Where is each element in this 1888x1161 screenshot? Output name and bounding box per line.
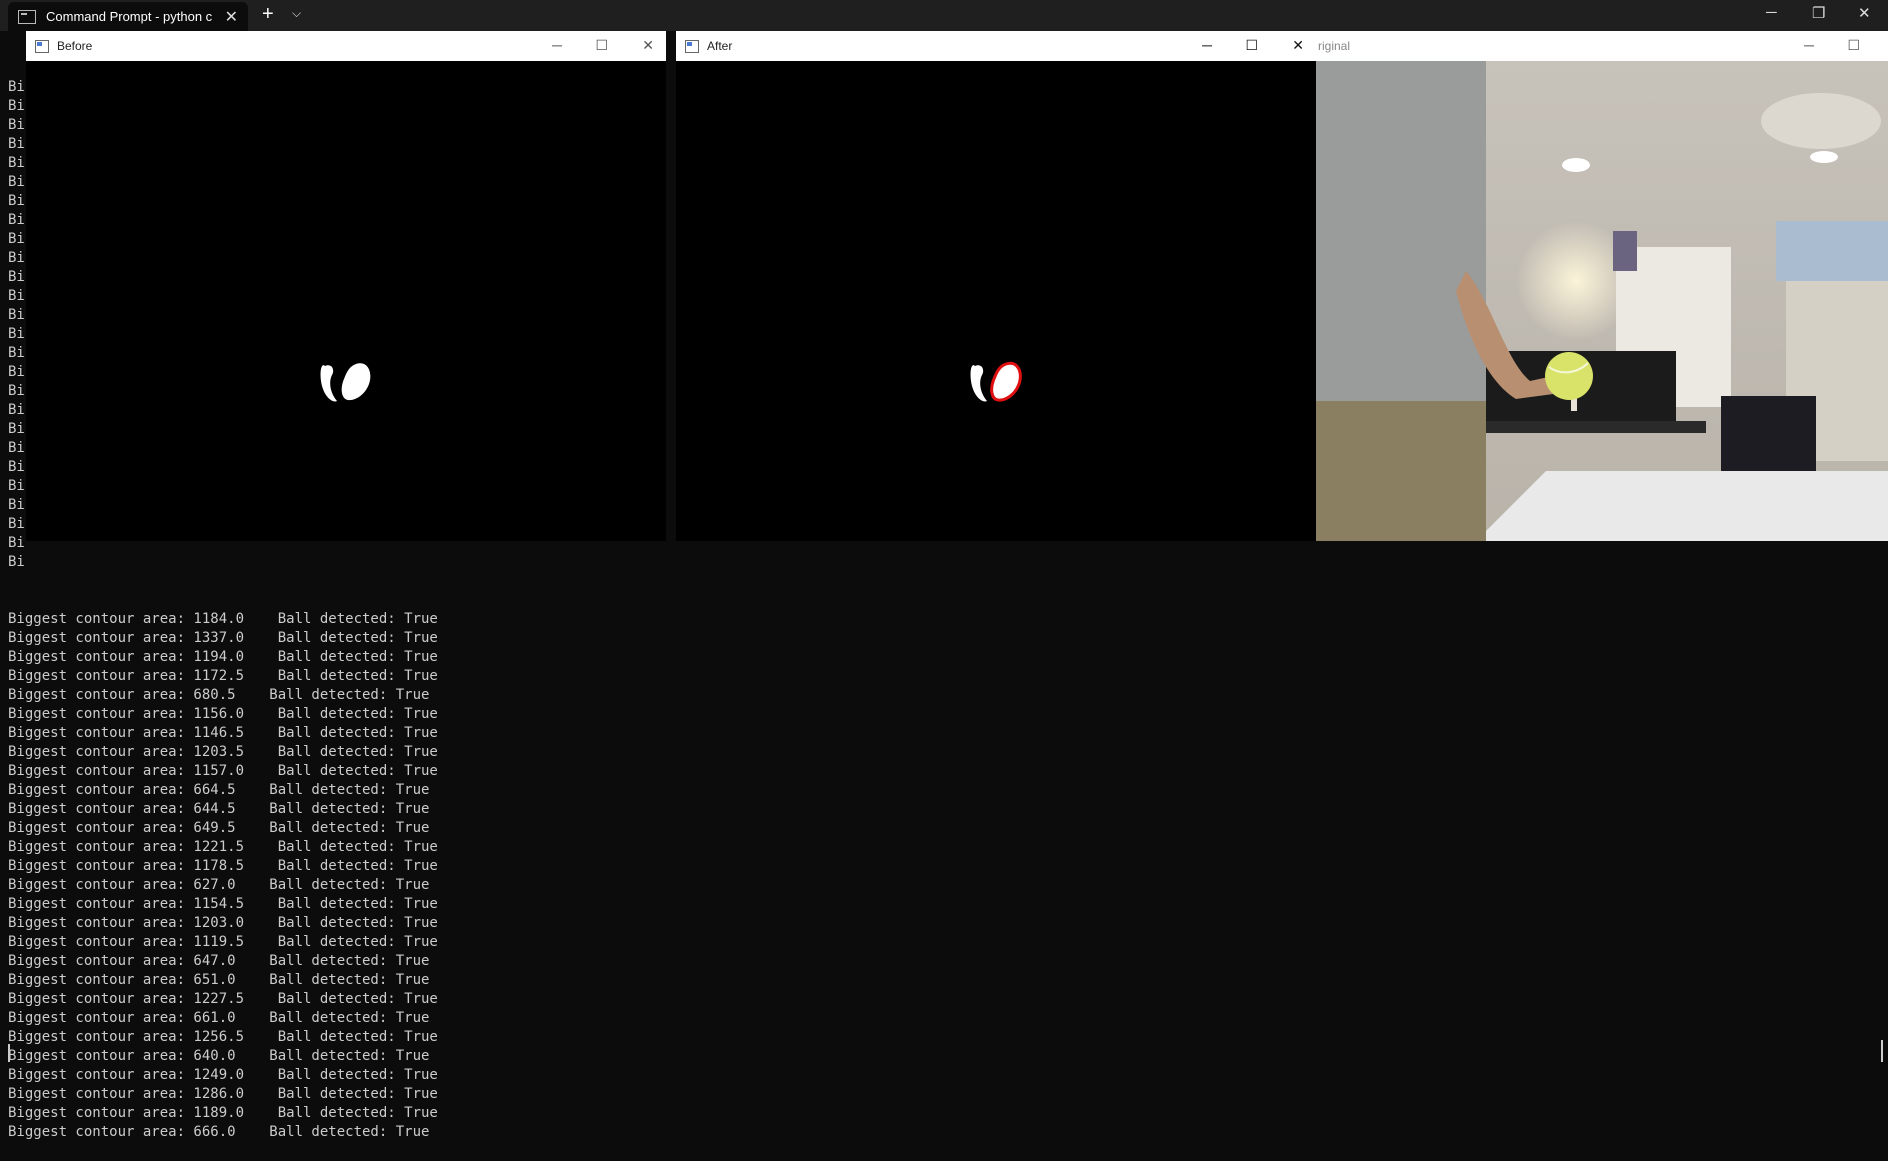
terminal-line: Biggest contour area: 1146.5 Ball detect… — [8, 725, 438, 741]
webcam-image — [1316, 61, 1888, 541]
terminal-line: Biggest contour area: 1203.5 Ball detect… — [8, 744, 438, 760]
original-titlebar[interactable]: riginal ─ ☐ — [1316, 31, 1888, 61]
tab-title: Command Prompt - python c — [46, 9, 213, 24]
before-window[interactable]: Before ─ ☐ ✕ — [26, 31, 666, 541]
new-tab-button[interactable]: + — [262, 3, 274, 26]
terminal-line: Biggest contour area: 1194.0 Ball detect… — [8, 649, 438, 665]
before-maximize-button[interactable]: ☐ — [595, 37, 608, 54]
terminal-line: Biggest contour area: 1154.5 Ball detect… — [8, 896, 438, 912]
terminal-line: Biggest contour area: 1203.0 Ball detect… — [8, 915, 438, 931]
after-minimize-button[interactable]: ─ — [1202, 37, 1212, 53]
terminal-line: Biggest contour area: 1256.5 Ball detect… — [8, 1029, 438, 1045]
table-top — [1476, 471, 1888, 541]
terminal-line: Biggest contour area: 1221.5 Ball detect… — [8, 839, 438, 855]
after-titlebar[interactable]: After ─ ☐ ✕ — [676, 31, 1316, 61]
terminal-line: Biggest contour area: 1227.5 Ball detect… — [8, 991, 438, 1007]
terminal-line: Biggest contour area: 647.0 Ball detecte… — [8, 953, 430, 969]
before-image — [26, 61, 666, 541]
tab-close-icon[interactable]: ✕ — [225, 7, 238, 27]
terminal-line: Biggest contour area: 666.0 Ball detecte… — [8, 1124, 430, 1140]
tab-command-prompt[interactable]: Command Prompt - python c ✕ — [8, 2, 248, 31]
terminal-line: Biggest contour area: 627.0 Ball detecte… — [8, 877, 430, 893]
shelf-item — [1776, 221, 1888, 281]
after-close-button[interactable]: ✕ — [1292, 37, 1304, 54]
after-maximize-button[interactable]: ☐ — [1245, 37, 1258, 54]
text-cursor — [8, 1044, 10, 1062]
full-lines: Biggest contour area: 1184.0 Ball detect… — [8, 610, 1878, 1142]
after-title: After — [707, 39, 733, 53]
terminal-line: Biggest contour area: 651.0 Ball detecte… — [8, 972, 430, 988]
terminal-line: Biggest contour area: 1157.0 Ball detect… — [8, 763, 438, 779]
terminal-line: Biggest contour area: 1184.0 Ball detect… — [8, 611, 438, 627]
terminal-line: Biggest contour area: 1119.5 Ball detect… — [8, 934, 438, 950]
original-minimize-button[interactable]: ─ — [1804, 37, 1814, 53]
terminal-line: Biggest contour area: 680.5 Ball detecte… — [8, 687, 430, 703]
terminal-line: Biggest contour area: 661.0 Ball detecte… — [8, 1010, 430, 1026]
terminal-icon — [18, 9, 36, 24]
original-title: riginal — [1318, 39, 1351, 53]
terminal-line-partial: Bi — [8, 554, 25, 570]
mask-blob-right — [341, 363, 371, 401]
terminal-line: Biggest contour area: 1249.0 Ball detect… — [8, 1067, 438, 1083]
terminal-line: Biggest contour area: 1172.5 Ball detect… — [8, 668, 438, 684]
terminal-line: Biggest contour area: 640.0 Ball detecte… — [8, 1048, 430, 1064]
ceiling-fixture — [1761, 93, 1881, 149]
person-pants — [1316, 401, 1486, 541]
terminal-line: Biggest contour area: 644.5 Ball detecte… — [8, 801, 430, 817]
tennis-ball — [1545, 352, 1593, 400]
before-minimize-button[interactable]: ─ — [552, 37, 562, 53]
original-window[interactable]: riginal ─ ☐ — [1316, 31, 1888, 541]
before-title: Before — [57, 39, 93, 53]
terminal-line: Biggest contour area: 649.5 Ball detecte… — [8, 820, 430, 836]
ceiling-light — [1810, 151, 1838, 163]
terminal-line: Biggest contour area: 1189.0 Ball detect… — [8, 1105, 438, 1121]
detected-contour — [990, 361, 1022, 402]
tab-dropdown-icon[interactable]: ⌵ — [292, 6, 301, 21]
close-button[interactable]: ✕ — [1858, 4, 1871, 22]
terminal-tab-bar: Command Prompt - python c ✕ + ⌵ ─ ❐ ✕ — [0, 0, 1888, 31]
minimize-button[interactable]: ─ — [1766, 4, 1777, 21]
before-titlebar[interactable]: Before ─ ☐ ✕ — [26, 31, 666, 61]
restore-button[interactable]: ❐ — [1812, 4, 1825, 22]
original-maximize-button[interactable]: ☐ — [1847, 37, 1860, 54]
terminal-line: Biggest contour area: 1337.0 Ball detect… — [8, 630, 438, 646]
mask-blob-left — [970, 365, 987, 402]
after-window[interactable]: After ─ ☐ ✕ — [676, 31, 1316, 541]
after-image — [676, 61, 1316, 541]
terminal-line: Biggest contour area: 1178.5 Ball detect… — [8, 858, 438, 874]
mask-blob-left — [320, 365, 337, 402]
window-icon — [685, 39, 699, 53]
terminal-line: Biggest contour area: 1156.0 Ball detect… — [8, 706, 438, 722]
ceiling-light — [1562, 158, 1590, 172]
terminal-line: Biggest contour area: 664.5 Ball detecte… — [8, 782, 430, 798]
before-close-button[interactable]: ✕ — [642, 37, 654, 54]
terminal-line: Biggest contour area: 1286.0 Ball detect… — [8, 1086, 438, 1102]
poster — [1613, 231, 1637, 271]
scrollbar[interactable] — [1881, 1040, 1883, 1062]
window-icon — [35, 39, 49, 53]
